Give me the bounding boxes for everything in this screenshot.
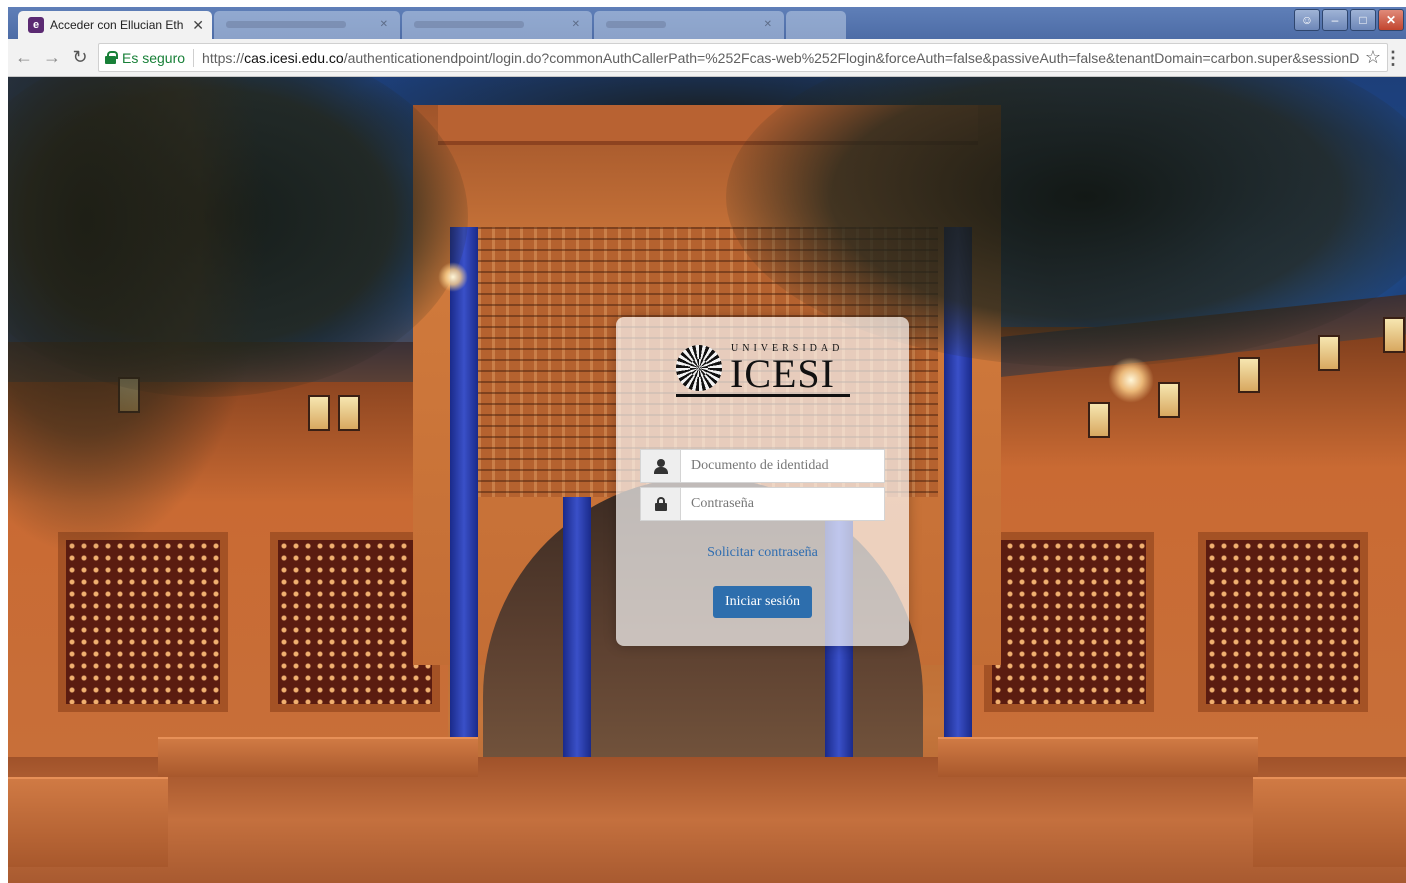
window [308, 395, 330, 431]
lattice-window [1198, 532, 1368, 712]
tab-placeholder-bar [226, 21, 346, 28]
window [1088, 402, 1110, 438]
tab-close-icon[interactable]: ✕ [380, 19, 388, 30]
password-input[interactable] [681, 488, 884, 520]
tab-background-3[interactable]: ✕ [594, 11, 784, 39]
logo-underline [676, 394, 850, 397]
url-scheme: https:// [202, 49, 245, 66]
logo-main-text: ICESI [730, 351, 835, 396]
planter-step [158, 737, 478, 777]
lattice-window [58, 532, 228, 712]
lock-icon[interactable] [105, 51, 118, 64]
tab-placeholder-bar [606, 21, 666, 28]
window [338, 395, 360, 431]
minimize-icon[interactable]: – [1322, 9, 1348, 31]
login-button[interactable]: Iniciar sesión [713, 586, 812, 618]
kebab-menu-icon[interactable]: ⋮ [1384, 48, 1402, 69]
tab-close-icon[interactable]: ✕ [764, 19, 772, 30]
url-text[interactable]: https://cas.icesi.edu.co/authenticatione… [202, 50, 1359, 66]
browser-toolbar: ← → ↻ Es seguro https://cas.icesi.edu.co… [8, 39, 1406, 77]
tab-active[interactable]: e Acceder con Ellucian Eth ✕ [18, 11, 212, 39]
profile-icon[interactable]: ☺ [1294, 9, 1320, 31]
security-label[interactable]: Es seguro [122, 50, 185, 66]
lamp-light [438, 262, 468, 292]
palm-tree [8, 77, 268, 557]
tab-title: Acceder con Ellucian Eth [50, 18, 184, 32]
lamp-light [1108, 357, 1154, 403]
ellucian-favicon-icon: e [28, 17, 44, 33]
address-bar[interactable]: Es seguro https://cas.icesi.edu.co/authe… [98, 43, 1388, 72]
new-tab-button[interactable] [786, 11, 846, 39]
request-password-link[interactable]: Solicitar contraseña [616, 545, 909, 561]
tab-close-icon[interactable]: ✕ [572, 19, 580, 30]
username-addon [641, 450, 681, 482]
pillar [450, 227, 478, 787]
close-window-icon[interactable]: ✕ [1378, 9, 1404, 31]
address-separator [193, 48, 195, 67]
tab-background-2[interactable]: ✕ [402, 11, 592, 39]
username-field [640, 449, 885, 483]
url-host: cas.icesi.edu.co [244, 49, 344, 66]
user-icon [653, 458, 668, 474]
reload-icon[interactable]: ↻ [70, 47, 90, 67]
tab-background-1[interactable]: ✕ [214, 11, 400, 39]
planter-step [1253, 777, 1406, 867]
planter-step [938, 737, 1258, 777]
lattice-window [984, 532, 1154, 712]
padlock-icon [654, 497, 667, 511]
bookmark-star-icon[interactable]: ☆ [1365, 47, 1381, 68]
url-path: /authenticationendpoint/login.do?commonA… [343, 49, 1359, 66]
icesi-seal-icon [676, 345, 722, 391]
window [1383, 317, 1405, 353]
tab-placeholder-bar [414, 21, 524, 28]
browser-window: e Acceder con Ellucian Eth ✕ ✕ ✕ ✕ ☺ – □… [0, 0, 1406, 883]
password-addon [641, 488, 681, 520]
password-field [640, 487, 885, 521]
maximize-icon[interactable]: □ [1350, 9, 1376, 31]
title-bar: e Acceder con Ellucian Eth ✕ ✕ ✕ ✕ ☺ – □… [8, 7, 1406, 39]
tab-close-icon[interactable]: ✕ [192, 17, 204, 34]
username-input[interactable] [681, 450, 884, 482]
window [1158, 382, 1180, 418]
forward-icon[interactable]: → [42, 47, 62, 67]
back-icon[interactable]: ← [14, 47, 34, 67]
login-card: UNIVERSIDAD ICESI Solicitar contraseña I… [616, 317, 909, 646]
planter-step [8, 777, 168, 867]
icesi-logo: UNIVERSIDAD ICESI [676, 341, 850, 399]
window [1318, 335, 1340, 371]
window [1238, 357, 1260, 393]
